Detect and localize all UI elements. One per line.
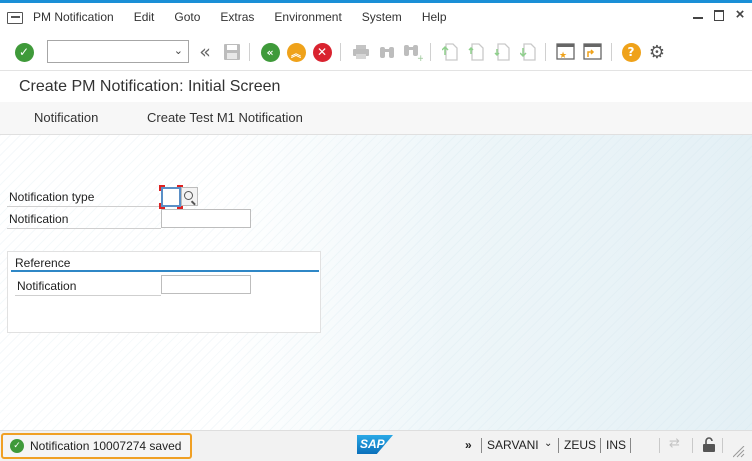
green-back-icon: « <box>260 42 280 62</box>
back-button[interactable]: « <box>195 41 215 63</box>
floppy-disk-icon <box>224 44 240 60</box>
search-icon <box>184 191 193 200</box>
orange-up-icon: ︽ <box>286 42 306 62</box>
toolbar-separator <box>340 43 341 61</box>
page-title: Create PM Notification: Initial Screen <box>19 78 281 95</box>
chevron-down-icon[interactable]: ⌄ <box>174 44 183 57</box>
expand-status-button[interactable]: » <box>465 438 472 452</box>
status-separator <box>481 438 482 453</box>
standard-toolbar: ✓ ⌄ « « ︽ ✕ + ★ ? ⚙ <box>0 31 752 71</box>
create-shortcut-icon <box>583 43 602 60</box>
toolbar-separator <box>430 43 431 61</box>
menu-icon[interactable] <box>7 11 23 24</box>
next-page-button[interactable] <box>492 42 512 62</box>
transfer-icon: ⇄ <box>669 436 680 451</box>
find-button[interactable] <box>377 42 397 62</box>
minimize-icon[interactable] <box>692 9 704 21</box>
help-button[interactable]: ? <box>621 42 641 62</box>
notification-input[interactable] <box>161 209 251 228</box>
window-controls: × <box>692 7 746 22</box>
exit-button[interactable]: ︽ <box>286 42 306 62</box>
notification-button[interactable]: Notification <box>34 110 98 125</box>
close-icon[interactable]: × <box>734 7 746 22</box>
status-message[interactable]: ✓ Notification 10007274 saved <box>1 433 192 459</box>
status-bar: ✓ Notification 10007274 saved SAP » SARV… <box>0 430 752 461</box>
find-next-button[interactable]: + <box>403 42 423 62</box>
success-icon: ✓ <box>10 439 24 453</box>
first-page-icon <box>442 43 458 61</box>
svg-text:★: ★ <box>559 51 567 61</box>
toolbar-separator <box>611 43 612 61</box>
svg-text:+: + <box>417 54 423 61</box>
focus-corner <box>159 185 165 191</box>
status-separator <box>659 438 660 453</box>
status-message-text: Notification 10007274 saved <box>30 439 182 453</box>
binoculars-icon <box>380 47 394 58</box>
status-separator <box>630 438 631 453</box>
insert-mode: INS <box>606 438 627 452</box>
reference-notification-input[interactable] <box>161 275 251 294</box>
menu-item-goto[interactable]: Goto <box>174 10 200 24</box>
chevron-down-icon[interactable]: ⌄ <box>544 438 552 449</box>
notification-type-label: Notification type <box>9 190 95 204</box>
new-session-button[interactable]: ★ <box>556 42 576 62</box>
status-separator <box>692 438 693 453</box>
settings-button[interactable]: ⚙ <box>647 41 667 63</box>
double-chevron-left-icon: « <box>199 41 211 63</box>
check-circle-icon: ✓ <box>14 42 34 62</box>
print-button[interactable] <box>351 42 371 62</box>
main-area: Notification type Notification Reference… <box>0 135 752 430</box>
create-test-m1-notification-button[interactable]: Create Test M1 Notification <box>147 110 303 125</box>
user-name: SARVANI <box>487 438 539 452</box>
enter-button[interactable]: ✓ <box>14 42 34 62</box>
menu-item-edit[interactable]: Edit <box>134 10 155 24</box>
menu-item-extras[interactable]: Extras <box>220 10 254 24</box>
command-field[interactable]: ⌄ <box>47 40 189 63</box>
question-icon: ? <box>621 42 641 62</box>
reference-group-title: Reference <box>15 256 71 270</box>
create-shortcut-button[interactable] <box>583 42 603 62</box>
cancel-button[interactable]: ✕ <box>312 42 332 62</box>
red-cancel-icon: ✕ <box>312 42 332 62</box>
title-bar: Create PM Notification: Initial Screen <box>0 71 752 102</box>
previous-page-button[interactable] <box>466 42 486 62</box>
status-separator <box>558 438 559 453</box>
label-underline <box>7 228 161 229</box>
last-page-button[interactable] <box>518 42 538 62</box>
application-toolbar: Notification Create Test M1 Notification <box>0 102 752 135</box>
menu-item-pm-notification[interactable]: PM Notification <box>33 10 114 24</box>
reference-group: Reference Notification <box>7 251 321 333</box>
label-underline <box>15 295 161 296</box>
maximize-icon[interactable] <box>713 9 725 21</box>
unlock-icon[interactable] <box>702 437 716 453</box>
printer-icon <box>353 45 369 59</box>
group-title-underline <box>11 270 319 272</box>
status-separator <box>600 438 601 453</box>
reference-notification-label: Notification <box>17 279 77 293</box>
menu-bar: PM Notification Edit Goto Extras Environ… <box>0 3 752 31</box>
next-page-icon <box>494 43 510 61</box>
notification-label: Notification <box>9 212 69 226</box>
sap-logo: SAP <box>357 435 393 454</box>
binoculars-plus-icon: + <box>404 45 423 61</box>
label-underline <box>7 206 161 207</box>
value-help-button[interactable] <box>181 187 198 206</box>
system-name: ZEUS <box>564 438 597 452</box>
previous-page-icon <box>468 43 484 61</box>
toolbar-separator <box>545 43 546 61</box>
gear-icon: ⚙ <box>648 41 666 63</box>
menu-item-environment[interactable]: Environment <box>274 10 341 24</box>
save-button[interactable] <box>222 42 242 62</box>
status-separator <box>722 438 723 453</box>
last-page-icon <box>520 43 536 61</box>
resize-grip-icon[interactable] <box>733 446 745 458</box>
menu-item-system[interactable]: System <box>362 10 402 24</box>
first-page-button[interactable] <box>440 42 460 62</box>
toolbar-separator <box>249 43 250 61</box>
menu-item-help[interactable]: Help <box>422 10 447 24</box>
nav-back-button[interactable]: « <box>260 42 280 62</box>
new-session-icon: ★ <box>556 43 575 61</box>
